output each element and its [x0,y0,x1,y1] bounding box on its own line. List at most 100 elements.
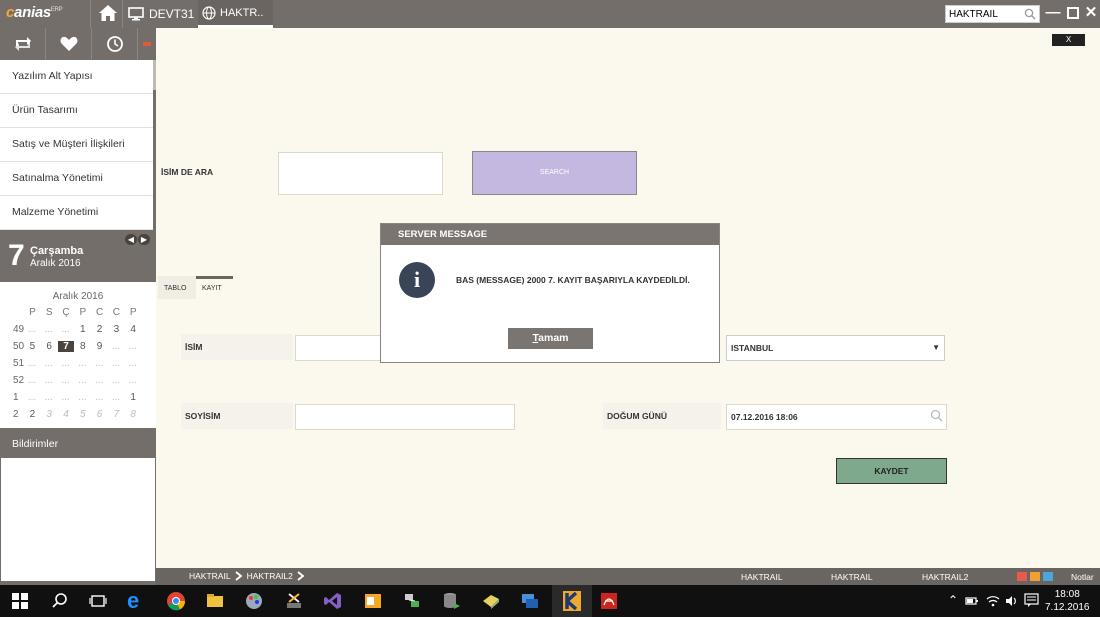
blue-indicator-icon[interactable] [1043,572,1053,581]
orange-indicator-icon[interactable] [1030,572,1040,581]
calendar-day[interactable]: 3 [108,324,125,335]
tab-kayit[interactable]: KAYIT [196,276,233,299]
menu-item-satinalma[interactable]: Satınalma Yönetimi [0,162,153,196]
swap-icon[interactable] [0,28,46,60]
chevron-down-icon[interactable]: ▼ [932,336,940,360]
server-message-dialog: SERVER MESSAGE i BAS (MESSAGE) 2000 7. K… [380,223,720,363]
calendar-day-placeholder: ... [28,392,37,403]
global-search[interactable] [945,5,1040,23]
chevron-up-icon[interactable]: ⌃ [948,593,958,607]
divider [122,0,123,28]
week-number: 51 [13,358,25,369]
week-number: 50 [13,341,25,352]
breadcrumb-item[interactable]: HAKTRAIL2 [247,571,293,581]
menu-item-yazilim[interactable]: Yazılım Alt Yapısı [0,60,153,94]
status-item[interactable]: HAKTRAIL2 [922,572,968,582]
volume-icon[interactable] [1005,594,1019,608]
calendar-day[interactable]: 4 [125,324,142,335]
search-button[interactable]: SEARCH [472,151,637,195]
weekday-header: C [112,307,120,318]
save-button[interactable]: KAYDET [836,458,947,484]
visual-studio-icon[interactable] [323,591,343,611]
calendar-day[interactable]: 2 [24,409,41,420]
favorites-heart-icon[interactable] [46,28,92,60]
edge-browser-icon[interactable]: e [127,590,147,612]
close-icon[interactable]: ✕ [1083,4,1099,22]
calendar-week-row: 49......... 1 2 3 4 [0,321,156,338]
calendar-week-row: 52..................... [0,372,156,389]
battery-icon[interactable] [965,595,979,607]
surname-input[interactable] [296,405,514,429]
task-view-icon[interactable] [88,591,108,611]
minimize-icon[interactable]: — [1045,4,1061,22]
remote-desktop-icon[interactable] [520,591,540,611]
network-tool-icon[interactable] [402,591,422,611]
notes-app-icon[interactable] [481,591,501,611]
weekday-header: S [45,307,53,318]
next-month-icon[interactable]: ▶ [138,234,150,245]
paint-icon[interactable] [244,591,264,611]
menu-item-urun[interactable]: Ürün Tasarımı [0,94,153,128]
city-select[interactable]: ISTANBUL ▼ [726,335,945,361]
calendar-day[interactable]: 1 [125,392,142,403]
calendar-day[interactable]: 9 [91,341,108,352]
calendar-day-placeholder: ... [61,358,71,369]
search-name-input[interactable] [279,153,442,194]
global-search-input[interactable] [946,6,1024,22]
tab-tablo[interactable]: TABLO [158,276,196,299]
calendar-day[interactable]: 6 [41,341,58,352]
tab-haktrail[interactable]: HAKTR.. [198,0,273,28]
calendar-day[interactable]: 8 [125,409,142,420]
calendar-day[interactable]: 1 [74,324,91,335]
close-form-button[interactable]: X [1052,34,1085,46]
surname-field[interactable] [295,404,515,430]
search-name-field[interactable] [278,152,443,195]
calendar-day-today[interactable]: 7 [57,341,75,352]
menu-item-malzeme[interactable]: Malzeme Yönetimi [0,196,153,230]
prev-month-icon[interactable]: ◀ [125,234,137,245]
calendar-day[interactable]: 7 [108,409,125,420]
search-icon[interactable] [930,409,943,422]
tab-devt31[interactable]: DEVT31 [128,0,194,28]
info-icon: i [399,262,435,298]
history-clock-icon[interactable] [92,28,138,60]
calendar-day[interactable]: 8 [74,341,91,352]
windows-start-icon[interactable] [10,591,30,611]
name-field[interactable] [295,335,385,361]
status-indicators [1017,572,1053,581]
menu-item-satis[interactable]: Satış ve Müşteri İlişkileri [0,128,153,162]
calendar-day[interactable]: 6 [91,409,108,420]
menu-scrollbar[interactable] [153,60,156,90]
wifi-icon[interactable] [986,594,1000,608]
calendar-day[interactable]: 5 [74,409,91,420]
home-icon[interactable] [98,3,118,23]
outlook-icon[interactable] [363,591,383,611]
notes-link[interactable]: Notlar [1071,572,1094,582]
status-item[interactable]: HAKTRAIL [741,572,783,582]
tools-icon[interactable] [284,591,304,611]
clock-date: 7.12.2016 [1045,602,1090,613]
birthdate-field[interactable]: 07.12.2016 18:06 [726,404,947,430]
calendar-day-placeholder: ... [129,341,138,352]
canias-logo[interactable]: caniasERP [6,4,63,21]
name-input[interactable] [296,336,384,360]
maximize-icon[interactable] [1065,4,1081,22]
canias-taskbar-button[interactable] [552,585,592,617]
ok-button[interactable]: Tamam [508,328,593,349]
calendar-day[interactable]: 5 [24,341,41,352]
pdf-reader-icon[interactable] [599,591,619,611]
search-icon[interactable] [1024,8,1036,20]
red-indicator-icon[interactable] [1017,572,1027,581]
database-icon[interactable] [441,591,461,611]
status-item[interactable]: HAKTRAIL [831,572,873,582]
search-icon[interactable] [50,591,70,611]
pin-icon[interactable] [138,28,156,60]
calendar-day[interactable]: 4 [58,409,75,420]
system-clock[interactable]: 18:08 7.12.2016 [1045,588,1090,614]
calendar-day[interactable]: 3 [41,409,58,420]
breadcrumb-item[interactable]: HAKTRAIL [189,571,231,581]
file-explorer-icon[interactable] [205,591,225,611]
action-center-icon[interactable] [1024,593,1039,608]
calendar-day[interactable]: 2 [91,324,108,335]
chrome-icon[interactable] [166,591,186,611]
